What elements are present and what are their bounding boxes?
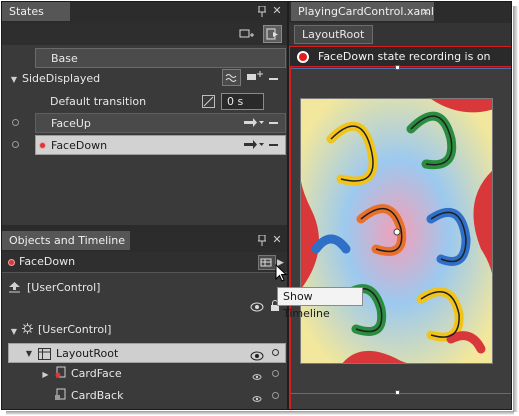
scope-label: [UserControl] [27, 278, 177, 298]
grid-icon [38, 347, 51, 367]
cardface-label: CardFace [71, 367, 122, 380]
record-icon [39, 142, 46, 149]
default-transition-label: Default transition [50, 92, 190, 112]
cardback-label: CardBack [71, 389, 124, 402]
active-state-name: FaceDown [19, 255, 76, 268]
breadcrumb-item: LayoutRoot [302, 28, 365, 41]
base-state-row[interactable]: Base [35, 48, 286, 68]
objects-title: Objects and Timeline [9, 234, 126, 247]
group-name: SideDisplayed [22, 72, 101, 85]
add-state-group-icon[interactable] [239, 27, 255, 44]
guide-line [291, 68, 511, 69]
record-icon[interactable] [297, 51, 309, 63]
lock-toggle-icon[interactable] [272, 392, 279, 399]
close-icon[interactable]: ✕ [272, 234, 282, 246]
transition-effect-icon[interactable] [222, 69, 241, 86]
remove-state-icon[interactable] [269, 122, 278, 124]
tree-item-cardback[interactable]: CardBack [71, 386, 191, 406]
collapse-icon[interactable]: ▼ [25, 348, 33, 360]
resize-handle[interactable] [395, 390, 400, 395]
image-element-icon [54, 388, 67, 404]
lock-toggle-icon[interactable] [272, 349, 279, 356]
user-control-top: [UserControl] [27, 281, 101, 294]
scope-up-icon[interactable] [8, 281, 21, 296]
tree-item-usercontrol[interactable]: [UserControl] [38, 320, 188, 340]
states-tab[interactable]: States [2, 2, 70, 22]
cursor-icon [275, 263, 288, 285]
show-timeline-tooltip: Show Timeline [277, 287, 363, 320]
active-state-label: FaceDown [19, 252, 119, 272]
remove-state-icon[interactable] [269, 144, 278, 146]
timeline-icon[interactable] [258, 255, 276, 270]
state-name: FaceUp [51, 117, 91, 130]
breadcrumb[interactable]: LayoutRoot [294, 25, 373, 44]
eye-icon[interactable] [252, 370, 262, 383]
close-icon[interactable]: ✕ [272, 5, 282, 17]
states-title: States [9, 5, 44, 18]
transition-duration-value: 0 s [227, 95, 244, 108]
record-indicator-icon[interactable] [12, 119, 19, 126]
default-transition-text: Default transition [50, 95, 147, 108]
transition-duration-input[interactable]: 0 s [221, 93, 264, 110]
document-title: PlayingCardControl.xaml [298, 5, 434, 18]
eye-icon[interactable] [250, 348, 264, 368]
base-label: Base [51, 52, 78, 65]
toggle-preview-icon[interactable] [263, 25, 282, 43]
tree-item-cardface[interactable]: CardFace [71, 364, 191, 384]
card-back-image [300, 98, 493, 364]
resize-handle[interactable] [395, 65, 400, 70]
image-element-icon [54, 366, 67, 382]
user-control-icon [21, 322, 34, 338]
objects-timeline-tab[interactable]: Objects and Timeline [2, 231, 130, 251]
recording-text: FaceDown state recording is on [318, 46, 508, 67]
pin-icon[interactable] [257, 5, 267, 21]
collapse-icon[interactable]: ▼ [10, 74, 18, 86]
tree-item-layoutroot[interactable]: ▼ LayoutRoot [8, 343, 286, 363]
guide-line [291, 393, 511, 394]
document-tab[interactable]: PlayingCardControl.xaml × [291, 2, 434, 22]
eye-icon[interactable] [252, 392, 262, 405]
remove-group-icon[interactable] [269, 78, 278, 80]
easing-curve-icon[interactable] [202, 95, 215, 108]
transition-add-icon[interactable] [243, 116, 265, 132]
lock-toggle-icon[interactable] [272, 370, 279, 377]
collapse-icon[interactable]: ▼ [10, 326, 18, 338]
transition-add-icon[interactable] [243, 138, 265, 154]
eye-icon[interactable] [250, 302, 264, 315]
tooltip-text: Show Timeline [283, 290, 330, 320]
add-state-icon[interactable] [246, 71, 264, 87]
user-control-tree: [UserControl] [38, 323, 112, 336]
layoutroot-label: LayoutRoot [56, 347, 119, 360]
window: States ✕ Base ▼ SideDisplayed Default tr… [1, 1, 512, 410]
tab-close-icon[interactable]: × [421, 2, 430, 22]
expand-icon[interactable]: ▶ [42, 369, 49, 381]
recording-message: FaceDown state recording is on [318, 50, 491, 63]
state-name: FaceDown [51, 139, 108, 152]
record-indicator-icon[interactable] [12, 141, 19, 148]
record-icon [8, 259, 15, 266]
pin-icon[interactable] [257, 234, 267, 250]
state-group-header[interactable]: SideDisplayed [22, 69, 142, 89]
